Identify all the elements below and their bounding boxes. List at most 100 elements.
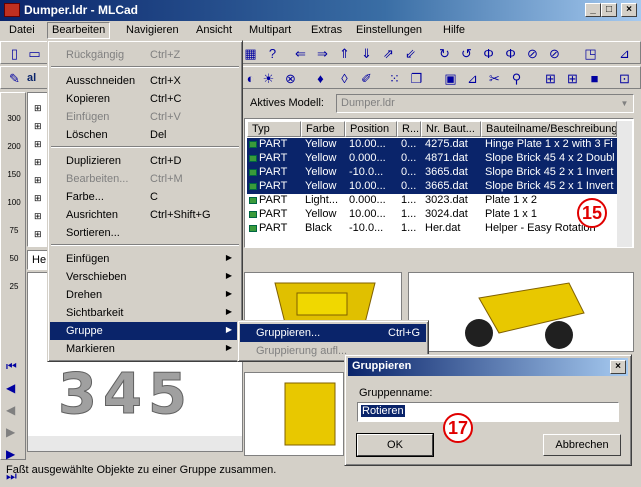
menu-item-drehen[interactable]: Drehen ▶ — [50, 286, 240, 304]
menu-extras[interactable]: Extras — [311, 24, 342, 36]
move-left-icon[interactable]: ⇐ — [291, 44, 310, 63]
menu-item-markieren[interactable]: Markieren ▶ — [50, 340, 240, 358]
menu-item-einfügen[interactable]: Einfügen ▶ — [50, 250, 240, 268]
bulb-off-icon[interactable]: ◊ — [335, 69, 354, 88]
menu-item-bearbeiten[interactable]: Bearbeiten... Ctrl+M — [50, 170, 240, 188]
viewport-bottom-left[interactable] — [244, 372, 344, 456]
col-typ[interactable]: Typ — [247, 121, 301, 137]
move-down-icon[interactable]: ⇓ — [357, 44, 376, 63]
view-icon[interactable]: ◐ — [241, 69, 260, 88]
move-diag-icon[interactable]: ⇗ — [379, 44, 398, 63]
back-icon[interactable]: ◀ — [6, 399, 17, 421]
ok-button[interactable]: OK — [356, 433, 434, 457]
table-row[interactable]: PART Yellow 10.00... 1... 3024.dat Plate 1 x … — [247, 208, 617, 222]
table-row[interactable]: PART Yellow -10.0... 0... 3665.dat Slope Bric… — [247, 166, 617, 180]
close-button[interactable]: × — [621, 3, 637, 17]
menu-hilfe[interactable]: Hilfe — [443, 24, 465, 36]
menu-multipart[interactable]: Multipart — [249, 24, 291, 36]
rotate-z-icon[interactable]: Φ — [479, 44, 498, 63]
rotate-x-icon[interactable]: ↻ — [435, 44, 454, 63]
open-file-icon[interactable]: ▭ — [25, 44, 44, 63]
menu-item-farbe[interactable]: Farbe... C — [50, 188, 240, 206]
zoom-75[interactable]: 75 — [4, 217, 24, 245]
menu-navigieren[interactable]: Navigieren — [126, 24, 179, 36]
ruler-icon[interactable]: ✂ — [485, 69, 504, 88]
table-row[interactable]: PART Yellow 0.000... 0... 4871.dat Slope Bric… — [247, 152, 617, 166]
active-model-select[interactable]: Dumper.ldr ▼ — [336, 94, 634, 113]
grid-view-icon[interactable]: ⊞ — [563, 69, 582, 88]
cancel-icon[interactable]: ⊗ — [281, 69, 300, 88]
menu-item-kopieren[interactable]: Kopieren Ctrl+C — [50, 90, 240, 108]
close-icon[interactable]: × — [610, 360, 626, 374]
zoom-50[interactable]: 50 — [4, 245, 24, 273]
menu-item-label: Sortieren... — [66, 227, 120, 239]
table-row[interactable]: PART Black -10.0... 1... Her.dat Helper - Eas… — [247, 222, 617, 236]
zoom-200[interactable]: 200 — [4, 133, 24, 161]
menu-item-ausrichten[interactable]: Ausrichten Ctrl+Shift+G — [50, 206, 240, 224]
prev-step-icon[interactable]: ◀ — [6, 377, 17, 399]
table-row[interactable]: PART Light... 0.000... 1... 3023.dat Plate 1 … — [247, 194, 617, 208]
menu-datei[interactable]: Datei — [9, 24, 35, 36]
table-row[interactable]: PART Yellow 10.00... 0... 3665.dat Slope Bric… — [247, 180, 617, 194]
search-icon[interactable]: ⚲ — [507, 69, 526, 88]
viewport-top-right[interactable] — [408, 272, 634, 352]
mirror-icon[interactable]: ⊿ — [615, 44, 634, 63]
move-up-icon[interactable]: ⇑ — [335, 44, 354, 63]
chevron-down-icon[interactable]: ▼ — [617, 96, 632, 111]
table-vscroll[interactable] — [617, 121, 632, 247]
preview-hscroll[interactable] — [28, 436, 242, 451]
menu-bearbeiten[interactable]: Bearbeiten — [47, 22, 111, 39]
first-step-icon[interactable]: ⏮ — [6, 355, 17, 377]
menu-item-sortieren[interactable]: Sortieren... — [50, 224, 240, 242]
new-file-icon[interactable]: ▯ — [5, 44, 24, 63]
rotate-y2-icon[interactable]: ⊘ — [523, 44, 542, 63]
move-right-icon[interactable]: ⇒ — [313, 44, 332, 63]
zoom-25[interactable]: 25 — [4, 273, 24, 301]
table-row[interactable]: PART Yellow 10.00... 0... 4275.dat Hinge Plat… — [247, 138, 617, 152]
grid-icon[interactable]: ▦ — [241, 44, 260, 63]
model-render-3 — [284, 382, 336, 446]
copy-icon[interactable]: ❐ — [407, 69, 426, 88]
group-name-field[interactable]: Rotieren — [357, 402, 619, 422]
forward-icon[interactable]: ▶ — [6, 421, 17, 443]
menu-item-gruppieren[interactable]: Gruppieren... Ctrl+G — [240, 324, 426, 342]
sun-icon[interactable]: ☀ — [259, 69, 278, 88]
col-nr[interactable]: Nr. Baut... — [421, 121, 481, 137]
menu-item-gruppe[interactable]: Gruppe ▶ — [50, 322, 240, 340]
edit-icon[interactable]: ✎ — [5, 69, 24, 88]
layout-icon[interactable]: ⊞ — [541, 69, 560, 88]
zoom-150[interactable]: 150 — [4, 161, 24, 189]
col-position[interactable]: Position — [345, 121, 397, 137]
menu-item-löschen[interactable]: Löschen Del — [50, 126, 240, 144]
rotate-x2-icon[interactable]: Φ — [501, 44, 520, 63]
move-diag2-icon[interactable]: ⇙ — [401, 44, 420, 63]
bulb-icon[interactable]: ♦ — [311, 69, 330, 88]
dots-icon[interactable]: ⁙ — [385, 69, 404, 88]
full-icon[interactable]: ■ — [585, 69, 604, 88]
menu-item-ausschneiden[interactable]: Ausschneiden Ctrl+X — [50, 72, 240, 90]
cancel-button[interactable]: Abbrechen — [543, 434, 621, 456]
help-cursor-icon[interactable]: ? — [263, 44, 282, 63]
chart-icon[interactable]: ⊿ — [463, 69, 482, 88]
parts-table[interactable]: Typ Farbe Position R... Nr. Baut... Baut… — [244, 118, 634, 248]
menu-item-einfügen[interactable]: Einfügen Ctrl+V — [50, 108, 240, 126]
rotate-y-icon[interactable]: ↺ — [457, 44, 476, 63]
lock-icon[interactable]: ⊡ — [615, 69, 634, 88]
flip-icon[interactable]: ◳ — [581, 44, 600, 63]
minimize-button[interactable]: _ — [585, 3, 601, 17]
menu-item-duplizieren[interactable]: Duplizieren Ctrl+D — [50, 152, 240, 170]
paint-icon[interactable]: ✐ — [357, 69, 376, 88]
menu-ansicht[interactable]: Ansicht — [196, 24, 232, 36]
select-all-icon[interactable]: ▣ — [441, 69, 460, 88]
rotate-z2-icon[interactable]: ⊘ — [545, 44, 564, 63]
menu-item-sichtbarkeit[interactable]: Sichtbarkeit ▶ — [50, 304, 240, 322]
menu-einstellungen[interactable]: Einstellungen — [356, 24, 422, 36]
zoom-300[interactable]: 300 — [4, 105, 24, 133]
col-r[interactable]: R... — [397, 121, 421, 137]
col-desc[interactable]: Bauteilname/Beschreibung — [481, 121, 617, 137]
zoom-100[interactable]: 100 — [4, 189, 24, 217]
menu-item-rückgängig[interactable]: Rückgängig Ctrl+Z — [50, 46, 240, 64]
col-farbe[interactable]: Farbe — [301, 121, 345, 137]
menu-item-verschieben[interactable]: Verschieben ▶ — [50, 268, 240, 286]
maximize-button[interactable]: □ — [601, 3, 617, 17]
